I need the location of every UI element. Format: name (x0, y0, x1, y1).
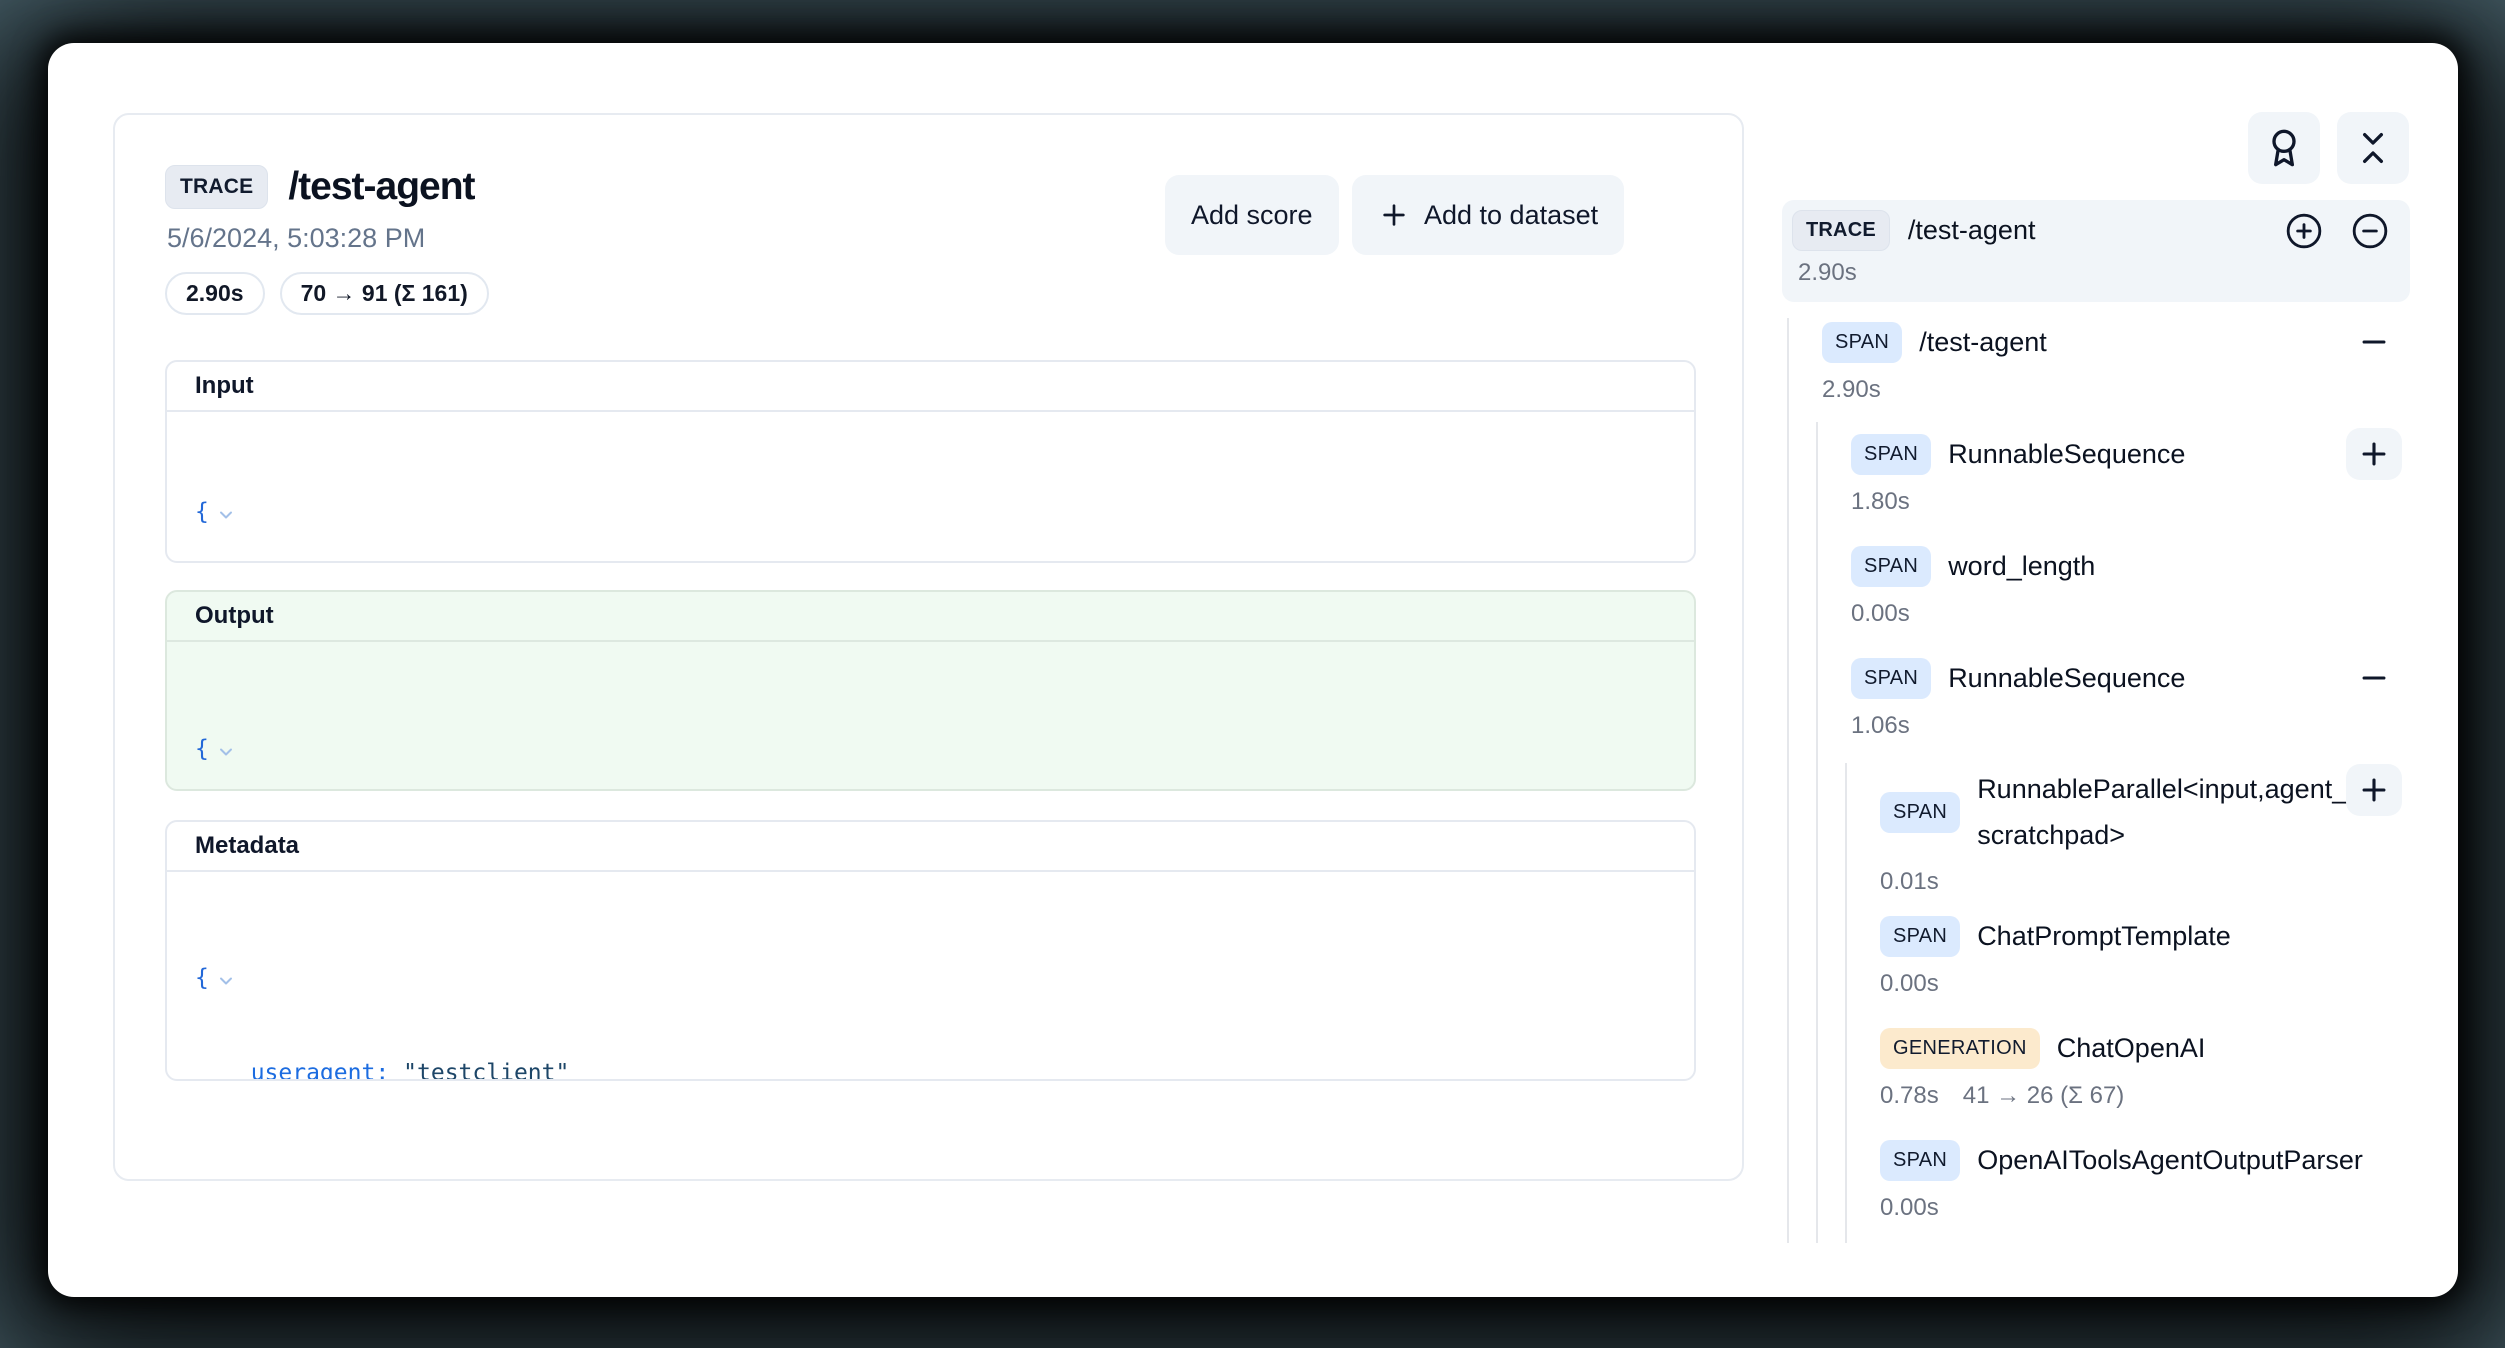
input-panel: Input { input: "How long is Leonardo DiC… (165, 360, 1696, 563)
node-duration: 0.00s (1880, 970, 2414, 998)
annotate-button[interactable] (2248, 112, 2320, 184)
input-panel-title: Input (167, 362, 1694, 412)
span-type-badge: SPAN (1822, 322, 1902, 363)
collapse-all-tree-button[interactable] (2350, 211, 2390, 251)
output-panel-title: Output (167, 592, 1694, 642)
node-duration: 0.00s (1880, 1194, 2414, 1222)
node-duration: 1.06s (1851, 712, 2414, 740)
award-icon (2264, 128, 2304, 168)
trace-tree: SPAN /test-agent 2.90s SPAN RunnableSequ… (1782, 318, 2414, 1248)
trace-row-title: /test-agent (1908, 215, 2036, 246)
expand-node-button[interactable] (2346, 428, 2402, 480)
tree-node-runnable-sequence[interactable]: SPAN RunnableSequence 1.80s (1782, 430, 2414, 516)
span-type-badge: SPAN (1851, 434, 1931, 475)
tree-node-chat-prompt-template[interactable]: SPAN ChatPromptTemplate 0.00s (1782, 912, 2414, 998)
add-score-button[interactable]: Add score (1165, 175, 1339, 255)
node-token-usage: 41 → 26 (Σ 67) (1963, 1082, 2125, 1110)
plus-icon (2357, 773, 2391, 807)
node-title: RunnableParallel<input,agent_scratchpad> (1977, 766, 2357, 858)
collapse-all-button[interactable] (2337, 112, 2409, 184)
open-brace: { (195, 733, 209, 766)
open-brace: { (195, 496, 209, 529)
output-json-viewer: { output: "Leonardo DiCaprio's last name… (167, 642, 1694, 791)
tree-node-chat-openai[interactable]: GENERATION ChatOpenAI 0.78s 41 → 26 (Σ 6… (1782, 1024, 2414, 1110)
trace-detail-card: TRACE /test-agent 5/6/2024, 5:03:28 PM 2… (113, 113, 1744, 1181)
span-type-badge: SPAN (1851, 658, 1931, 699)
node-title: OpenAIToolsAgentOutputParser (1977, 1145, 2363, 1176)
node-title: RunnableSequence (1948, 439, 2185, 470)
expand-all-button[interactable] (2284, 211, 2324, 251)
node-duration: 0.78s (1880, 1082, 1939, 1110)
node-title: ChatPromptTemplate (1977, 921, 2231, 952)
minus-icon (2357, 325, 2391, 359)
json-key: __useragent: (223, 1057, 389, 1081)
add-to-dataset-button[interactable]: Add to dataset (1352, 175, 1624, 255)
node-title: RunnableSequence (1948, 663, 2185, 694)
trace-type-badge: TRACE (1792, 210, 1890, 251)
trace-metrics-row: 2.90s 70 → 91 (Σ 161) (165, 272, 489, 315)
latency-badge: 2.90s (165, 272, 265, 315)
node-duration: 1.80s (1851, 488, 2414, 516)
plus-icon (1378, 199, 1410, 231)
open-brace: { (195, 962, 209, 995)
metadata-panel-title: Metadata (167, 822, 1694, 872)
metadata-panel: Metadata { __useragent: "testclient" __l… (165, 820, 1696, 1081)
generation-type-badge: GENERATION (1880, 1028, 2040, 1069)
node-title: /test-agent (1919, 327, 2047, 358)
json-open-line[interactable]: { (195, 899, 1666, 1057)
expand-node-button[interactable] (2346, 764, 2402, 816)
trace-type-badge: TRACE (165, 165, 268, 209)
tree-node-word-length[interactable]: SPAN word_length 0.00s (1782, 542, 2414, 628)
collapse-node-button[interactable] (2346, 652, 2402, 704)
add-to-dataset-label: Add to dataset (1424, 200, 1598, 231)
chevrons-down-up-icon (2353, 128, 2393, 168)
input-json-viewer: { input: "How long is Leonardo DiCaprios… (167, 412, 1694, 563)
app-window: TRACE /test-agent 5/6/2024, 5:03:28 PM 2… (48, 43, 2458, 1297)
chevron-down-icon[interactable] (216, 439, 382, 563)
token-usage-badge: 70 → 91 (Σ 161) (280, 272, 489, 315)
span-type-badge: SPAN (1880, 792, 1960, 833)
tree-trace-row[interactable]: TRACE /test-agent 2.90s (1782, 200, 2410, 302)
json-entry: __useragent: "testclient" (195, 1057, 1666, 1081)
tree-node-runnable-sequence-2[interactable]: SPAN RunnableSequence 1.06s (1782, 654, 2414, 740)
node-duration: 0.00s (1851, 600, 2414, 628)
plus-icon (2357, 437, 2391, 471)
node-title: word_length (1948, 551, 2095, 582)
node-duration: 0.01s (1880, 868, 2414, 896)
trace-duration: 2.90s (1798, 259, 2390, 287)
chevron-down-icon[interactable] (216, 905, 382, 1057)
tree-node-test-agent[interactable]: SPAN /test-agent 2.90s (1782, 318, 2414, 404)
tree-node-openai-tools-agent-output-parser[interactable]: SPAN OpenAIToolsAgentOutputParser 0.00s (1782, 1136, 2414, 1222)
add-score-label: Add score (1191, 200, 1313, 231)
trace-timestamp: 5/6/2024, 5:03:28 PM (167, 223, 425, 254)
span-type-badge: SPAN (1851, 546, 1931, 587)
minus-icon (2357, 661, 2391, 695)
json-open-line[interactable]: { (195, 670, 1666, 791)
page-title: /test-agent (288, 165, 474, 209)
trace-title-row: TRACE /test-agent (165, 165, 475, 209)
node-duration: 2.90s (1822, 376, 2414, 404)
json-value: "testclient" (403, 1057, 569, 1081)
tree-node-runnable-parallel[interactable]: SPAN RunnableParallel<input,agent_scratc… (1782, 766, 2414, 896)
metadata-json-viewer: { __useragent: "testclient" __langserve_… (167, 872, 1694, 1081)
span-type-badge: SPAN (1880, 916, 1960, 957)
span-type-badge: SPAN (1880, 1140, 1960, 1181)
output-panel: Output { output: "Leonardo DiCaprio's la… (165, 590, 1696, 791)
collapse-node-button[interactable] (2346, 316, 2402, 368)
json-open-line[interactable]: { (195, 433, 1666, 563)
chevron-down-icon[interactable] (216, 676, 382, 791)
node-title: ChatOpenAI (2057, 1033, 2206, 1064)
